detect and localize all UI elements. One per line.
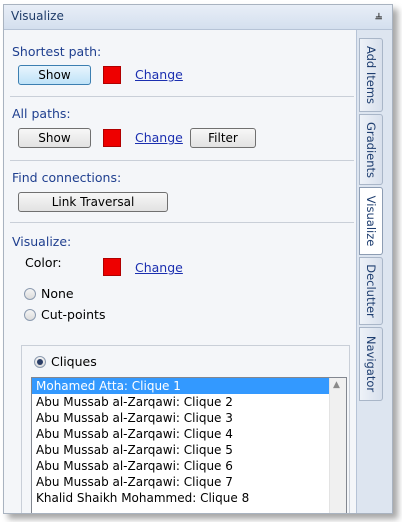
visualize-label: Visualize: [12,234,72,249]
visualize-panel: Shortest path: Show Change All paths: Sh… [4,30,355,513]
divider [10,222,354,223]
color-label: Color: [25,255,62,270]
list-item[interactable]: Khalid Shaikh Mohammed: Clique 8 [32,490,346,506]
list-item[interactable]: Abu Mussab al-Zarqawi: Clique 3 [32,410,346,426]
all-paths-change-link[interactable]: Change [135,130,183,145]
tab-label: Declutter [364,264,378,318]
list-item[interactable]: Abu Mussab al-Zarqawi: Clique 5 [32,442,346,458]
radio-cliques[interactable] [34,356,46,368]
all-paths-show-button[interactable]: Show [18,128,91,148]
visualize-window: Visualize ⫨ Shortest path: Show Change A… [3,4,393,514]
tab-label: Visualize [364,195,378,247]
pin-icon[interactable]: ⫨ [375,8,382,23]
all-paths-label: All paths: [12,106,71,121]
list-item[interactable]: Abu Mussab al-Zarqawi: Clique 4 [32,426,346,442]
tab-label: Navigator [364,335,378,393]
list-scrollbar[interactable]: ▲ [329,378,346,513]
tab-label: Gradients [364,121,378,178]
side-tab-strip: Add Items Gradients Visualize Declutter … [356,30,392,513]
list-item[interactable]: Abu Mussab al-Zarqawi: Clique 2 [32,394,346,410]
list-item[interactable]: Mohamed Atta: Clique 1 [32,378,346,394]
list-item[interactable]: Abu Mussab al-Zarqawi: Clique 7 [32,474,346,490]
radio-cliques-label: Cliques [51,354,97,369]
divider [10,160,354,161]
title-bar: Visualize ⫨ [4,5,392,30]
shortest-path-change-link[interactable]: Change [135,67,183,82]
radio-none[interactable] [24,288,36,300]
all-paths-color-swatch[interactable] [103,129,121,147]
link-traversal-button[interactable]: Link Traversal [18,192,168,212]
scroll-up-icon[interactable]: ▲ [333,380,340,390]
shortest-path-color-swatch[interactable] [103,66,121,84]
visualize-color-swatch[interactable] [103,258,121,276]
tab-label: Add Items [364,45,378,105]
tab-add-items[interactable]: Add Items [359,38,383,112]
tab-navigator[interactable]: Navigator [359,327,383,401]
panel-title: Visualize [11,9,64,23]
all-paths-filter-button[interactable]: Filter [190,128,256,148]
cliques-listbox[interactable]: Mohamed Atta: Clique 1 Abu Mussab al-Zar… [31,377,347,513]
list-item[interactable]: Abu Mussab al-Zarqawi: Clique 6 [32,458,346,474]
tab-visualize[interactable]: Visualize [359,187,383,255]
radio-cut-points[interactable] [24,309,36,321]
radio-cut-points-label: Cut-points [41,307,106,322]
divider [10,96,354,97]
tab-declutter[interactable]: Declutter [359,257,383,325]
tab-gradients[interactable]: Gradients [359,114,383,185]
visualize-change-link[interactable]: Change [135,260,183,275]
radio-none-label: None [41,286,74,301]
find-connections-label: Find connections: [12,170,122,185]
shortest-path-show-button[interactable]: Show [18,65,91,85]
shortest-path-label: Shortest path: [12,44,102,59]
